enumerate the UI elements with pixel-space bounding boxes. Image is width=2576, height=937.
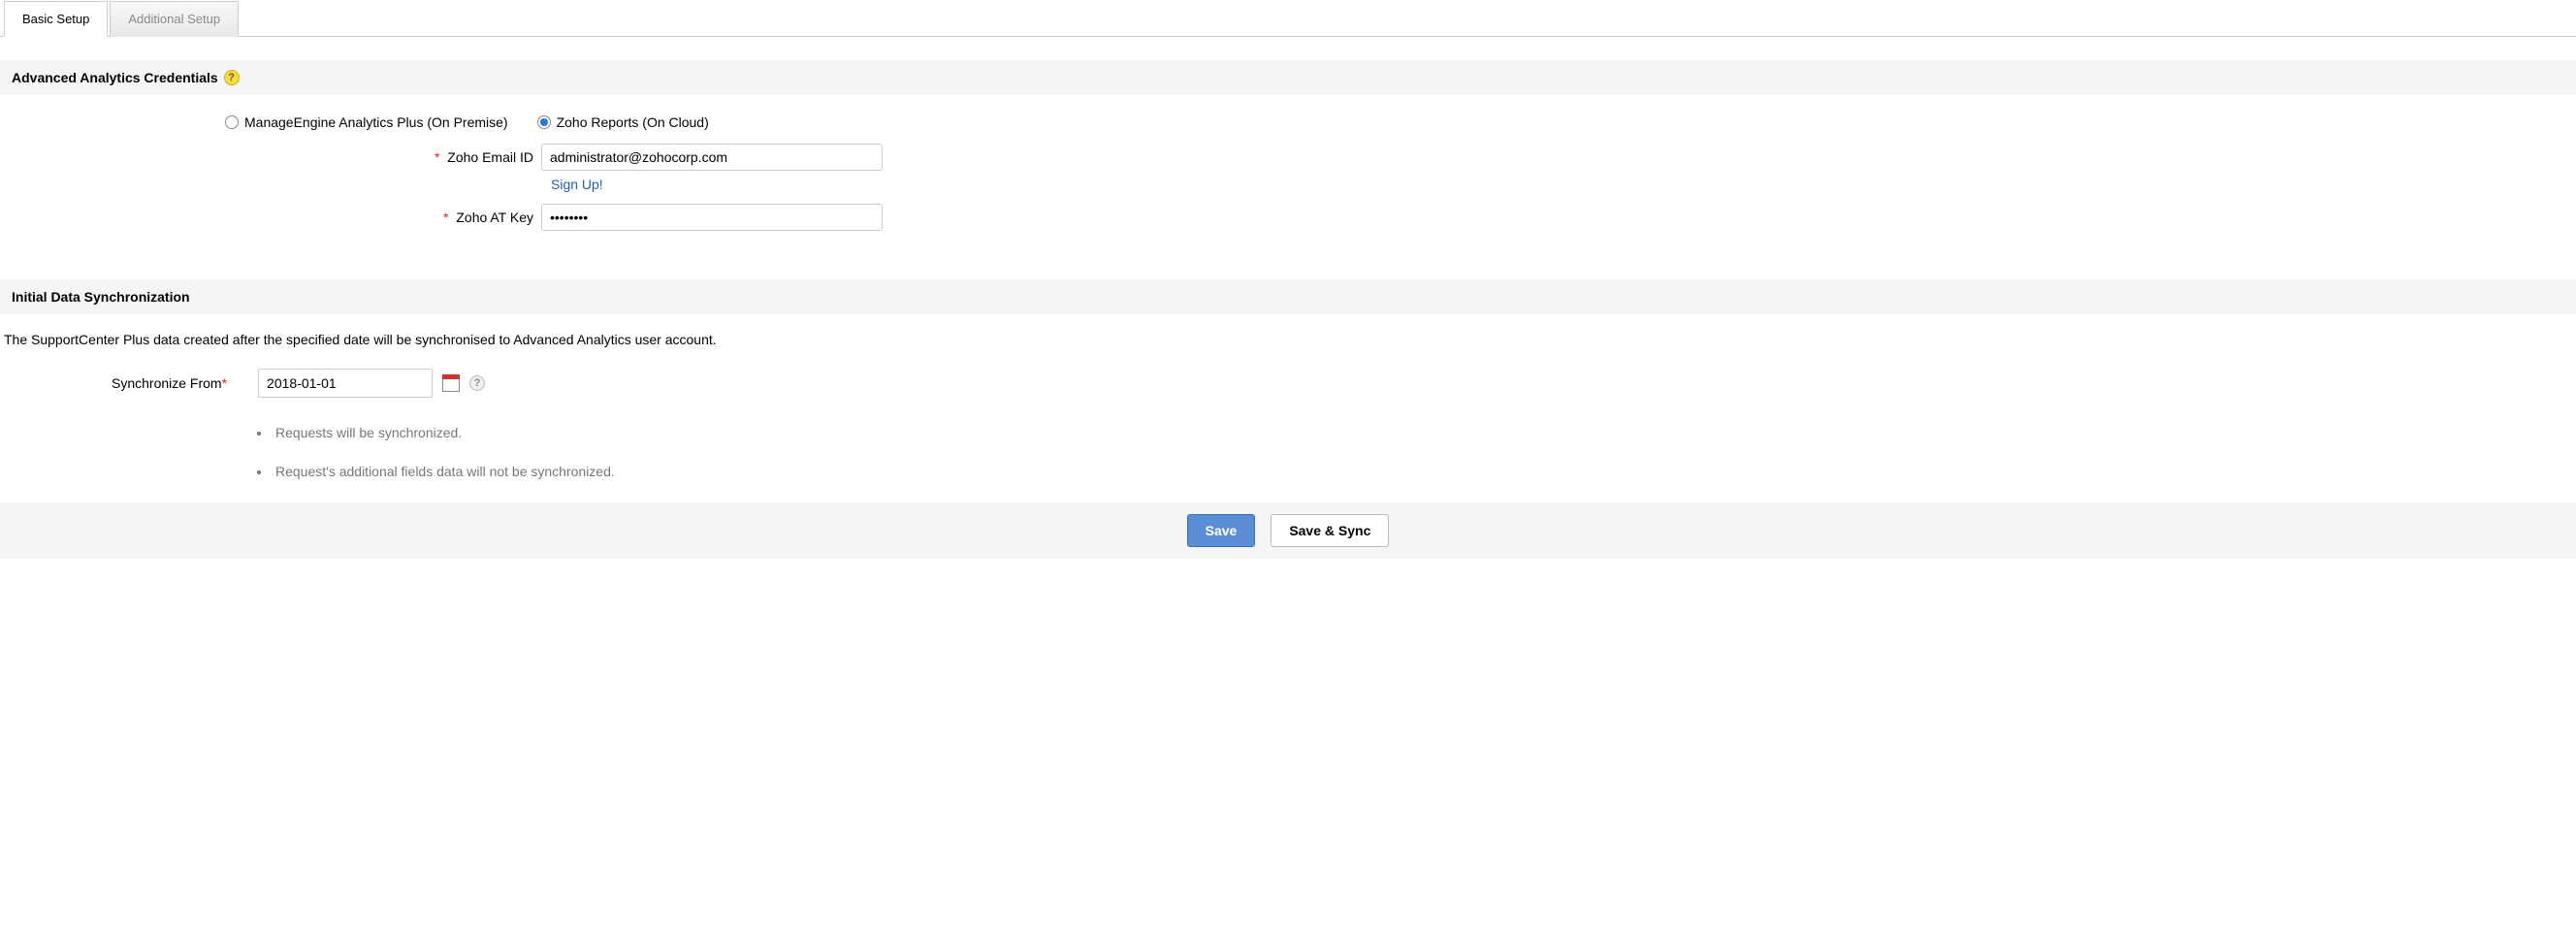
radio-on-premise-label: ManageEngine Analytics Plus (On Premise) <box>244 114 508 130</box>
help-icon[interactable]: ? <box>469 375 485 391</box>
tab-basic-setup[interactable]: Basic Setup <box>4 1 108 37</box>
radio-icon <box>537 115 551 129</box>
help-icon[interactable]: ? <box>224 70 240 85</box>
required-marker: * <box>443 210 448 225</box>
tab-additional-setup[interactable]: Additional Setup <box>110 1 239 37</box>
analytics-type-radio-group: ManageEngine Analytics Plus (On Premise)… <box>225 114 2564 130</box>
radio-on-cloud[interactable]: Zoho Reports (On Cloud) <box>537 114 709 130</box>
label-text-sync-from: Synchronize From <box>112 375 222 391</box>
radio-on-cloud-label: Zoho Reports (On Cloud) <box>557 114 709 130</box>
section-title-sync: Initial Data Synchronization <box>12 289 190 305</box>
signup-link[interactable]: Sign Up! <box>551 177 603 192</box>
section-header-sync: Initial Data Synchronization <box>0 279 2576 314</box>
sync-notes-list: Requests will be synchronized. Request's… <box>272 425 2576 479</box>
label-zoho-atkey: * Zoho AT Key <box>12 210 541 225</box>
row-zoho-email: * Zoho Email ID <box>12 144 2564 171</box>
row-zoho-atkey: * Zoho AT Key <box>12 204 2564 231</box>
required-marker: * <box>222 375 227 391</box>
radio-icon <box>225 115 239 129</box>
section-title-credentials: Advanced Analytics Credentials <box>12 70 218 85</box>
credentials-form: ManageEngine Analytics Plus (On Premise)… <box>0 95 2576 256</box>
radio-on-premise[interactable]: ManageEngine Analytics Plus (On Premise) <box>225 114 508 130</box>
calendar-icon[interactable] <box>442 374 460 392</box>
tabs-bar: Basic Setup Additional Setup <box>0 0 2576 37</box>
sync-note: Requests will be synchronized. <box>272 425 2576 440</box>
save-button[interactable]: Save <box>1187 514 1256 547</box>
required-marker: * <box>435 149 439 165</box>
row-sync-from: Synchronize From* ? <box>112 369 2576 398</box>
label-text-zoho-email: Zoho Email ID <box>447 149 533 165</box>
label-zoho-email: * Zoho Email ID <box>12 149 541 165</box>
label-text-zoho-atkey: Zoho AT Key <box>456 210 533 225</box>
label-sync-from: Synchronize From* <box>112 375 231 391</box>
sync-description: The SupportCenter Plus data created afte… <box>0 314 2576 351</box>
zoho-atkey-input[interactable] <box>541 204 883 231</box>
button-bar: Save Save & Sync <box>0 502 2576 559</box>
section-header-credentials: Advanced Analytics Credentials ? <box>0 60 2576 95</box>
sync-from-input[interactable] <box>258 369 433 398</box>
signup-row: Sign Up! <box>551 177 2564 192</box>
save-sync-button[interactable]: Save & Sync <box>1271 514 1389 547</box>
zoho-email-input[interactable] <box>541 144 883 171</box>
sync-note: Request's additional fields data will no… <box>272 464 2576 479</box>
